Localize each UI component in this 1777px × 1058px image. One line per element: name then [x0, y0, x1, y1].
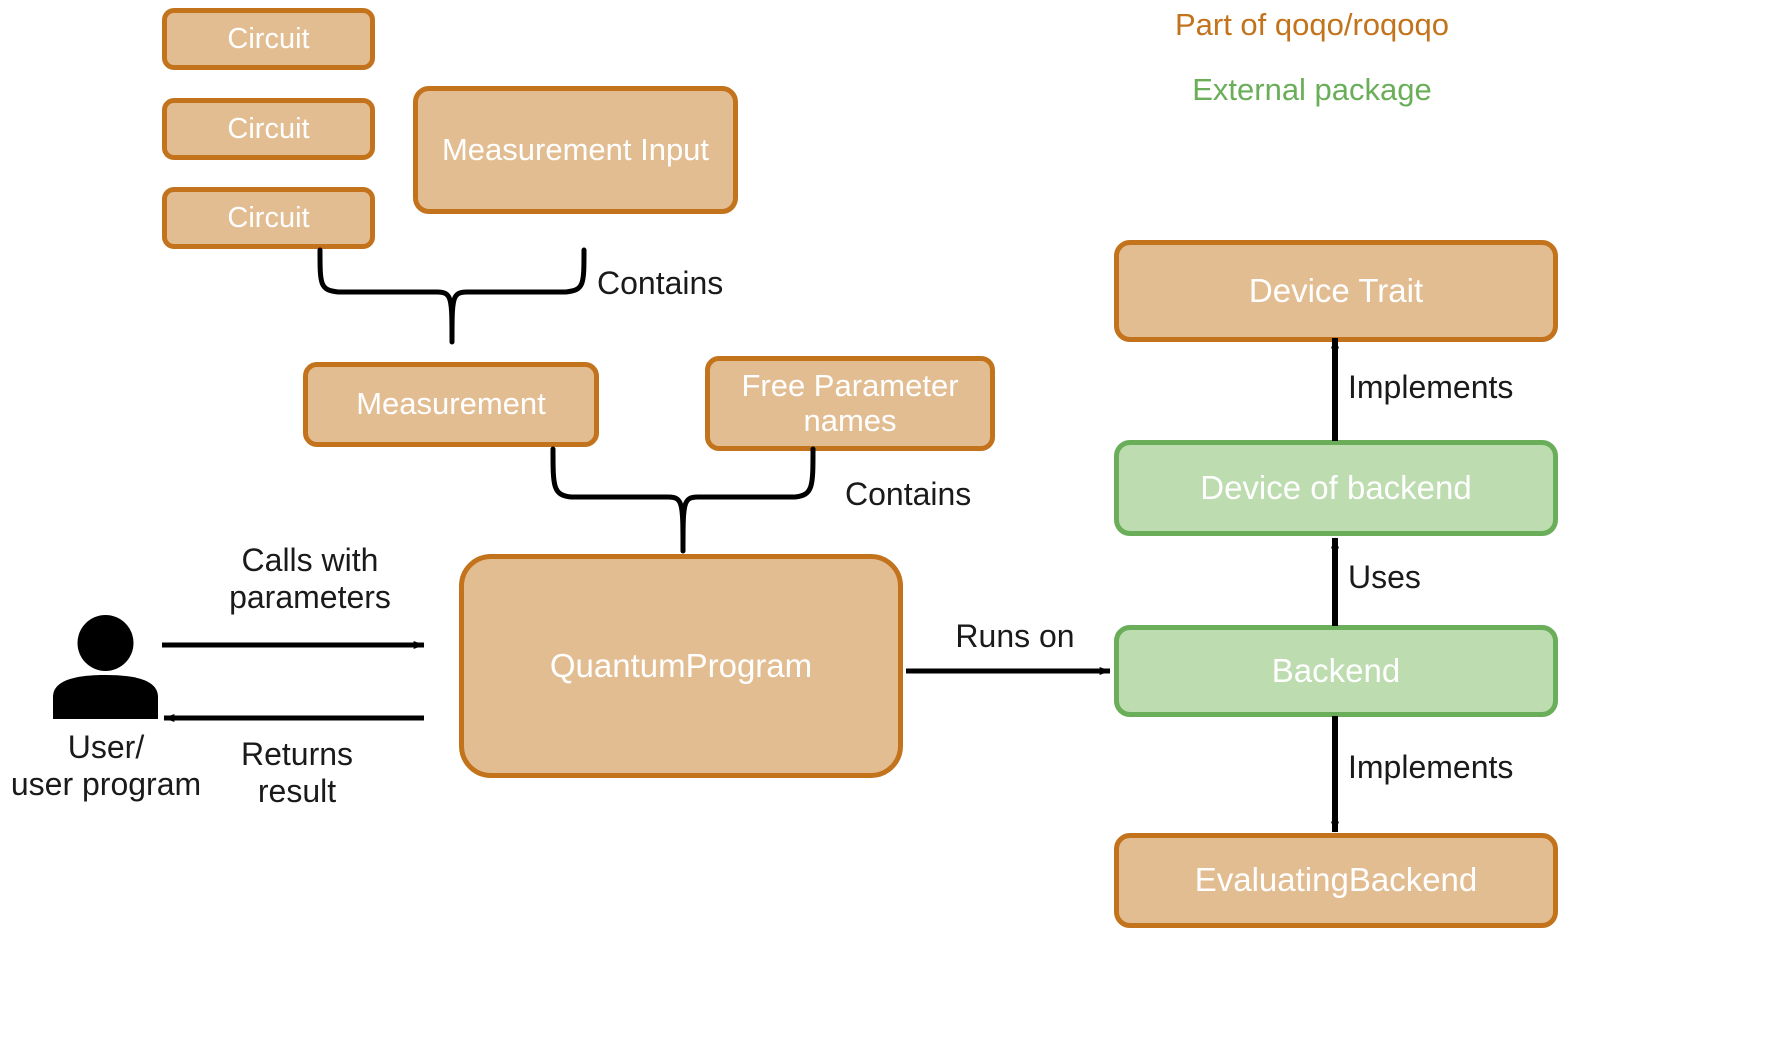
- node-measurement[interactable]: Measurement: [303, 362, 599, 447]
- contains-brace-upper: [317, 247, 587, 345]
- node-evaluating-backend[interactable]: EvaluatingBackend: [1114, 833, 1558, 928]
- label-contains-lower: Contains: [845, 476, 972, 512]
- legend-internal-label: Part of qoqo/roqoqo: [1174, 7, 1450, 42]
- label-user: User/ user program: [10, 729, 202, 803]
- node-measurement-input[interactable]: Measurement Input: [413, 86, 738, 214]
- label-implements-device-trait: Implements: [1348, 369, 1514, 405]
- label-contains-upper: Contains: [597, 265, 724, 301]
- label-runs-on: Runs on: [955, 618, 1075, 654]
- legend-external-label: External package: [1192, 72, 1432, 107]
- label-uses: Uses: [1348, 559, 1421, 595]
- node-free-parameter-names[interactable]: Free Parameter names: [705, 356, 995, 451]
- user-icon: [48, 615, 163, 720]
- node-quantum-program[interactable]: QuantumProgram: [459, 554, 903, 778]
- node-device-trait[interactable]: Device Trait: [1114, 240, 1558, 342]
- node-device-of-backend[interactable]: Device of backend: [1114, 440, 1558, 536]
- label-implements-evaluating-backend: Implements: [1348, 749, 1514, 785]
- label-returns-result: Returns result: [240, 736, 354, 810]
- node-backend[interactable]: Backend: [1114, 625, 1558, 717]
- node-circuit-1[interactable]: Circuit: [162, 8, 375, 70]
- contains-brace-lower: [550, 446, 816, 554]
- node-circuit-3[interactable]: Circuit: [162, 187, 375, 249]
- label-calls-with-parameters: Calls with parameters: [229, 542, 391, 616]
- node-circuit-2[interactable]: Circuit: [162, 98, 375, 160]
- diagram-canvas: Part of qoqo/roqoqo External package Cir…: [0, 0, 1777, 1058]
